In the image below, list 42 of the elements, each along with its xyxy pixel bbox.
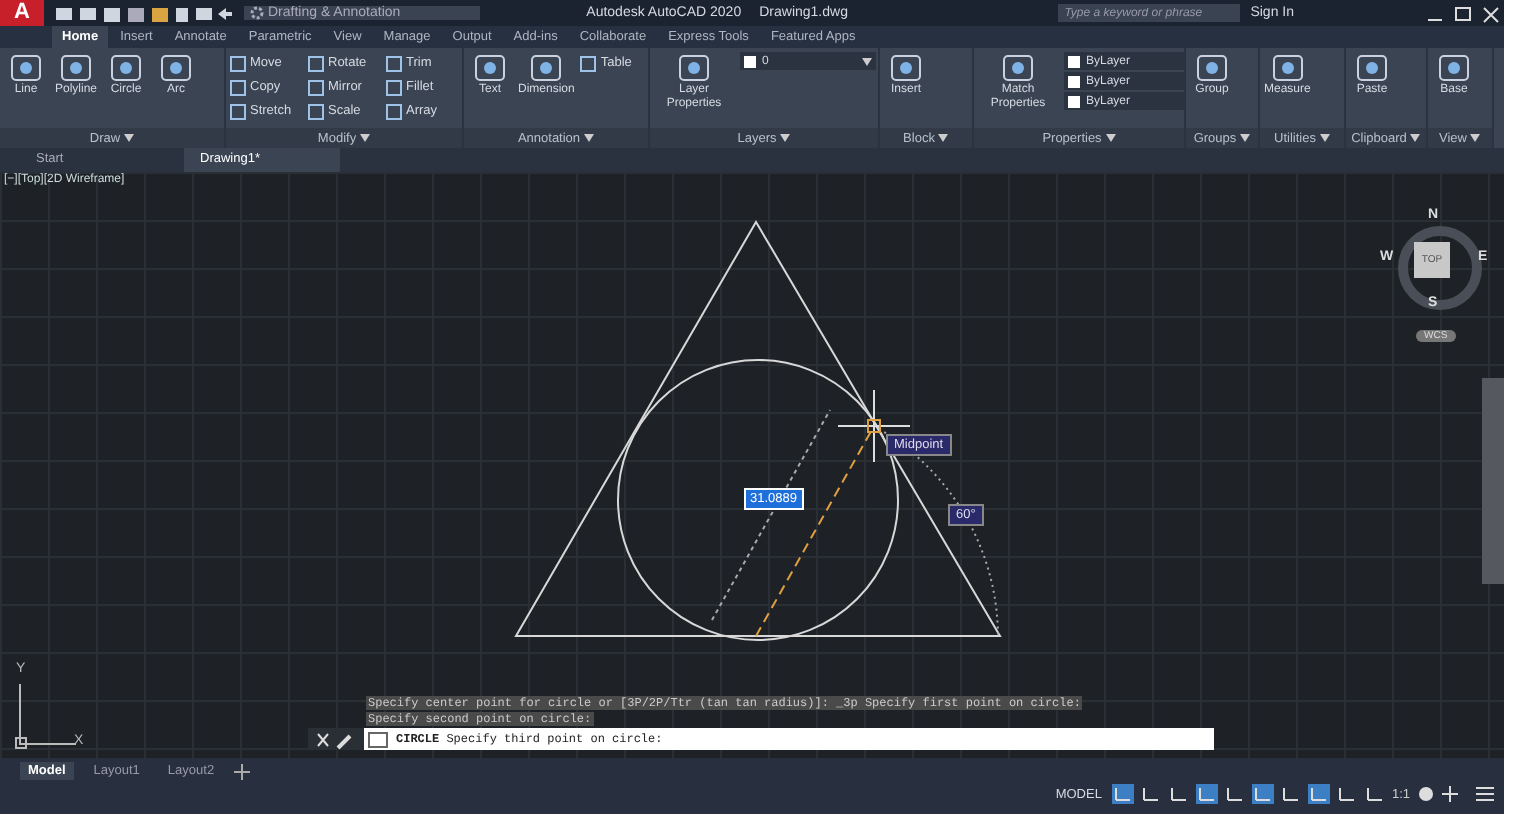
caret-icon bbox=[124, 134, 135, 142]
status-toggle-icon[interactable] bbox=[1335, 784, 1358, 804]
status-toggle-icon[interactable] bbox=[1111, 784, 1134, 804]
add-icon[interactable] bbox=[234, 763, 251, 779]
tool-icon bbox=[580, 55, 597, 71]
caret-icon bbox=[1319, 134, 1330, 142]
tool-icon bbox=[888, 52, 924, 84]
status-toggle-icon[interactable] bbox=[1223, 784, 1246, 804]
tool-icon bbox=[472, 52, 508, 84]
caret-icon bbox=[938, 134, 949, 142]
status-toggle-icon[interactable] bbox=[1167, 784, 1190, 804]
status-toggle-icon[interactable] bbox=[1251, 784, 1274, 804]
tool-icon bbox=[108, 52, 144, 84]
status-toggle-icon[interactable] bbox=[1279, 784, 1302, 804]
tool-icon bbox=[8, 52, 44, 84]
application-menu-button[interactable]: A bbox=[0, 0, 44, 26]
caret-icon bbox=[360, 134, 371, 142]
quick-access-toolbar-icon[interactable] bbox=[54, 3, 234, 23]
tool-icon bbox=[1436, 52, 1472, 84]
tool-icon bbox=[1354, 52, 1390, 84]
status-toggle-icon[interactable] bbox=[1363, 784, 1386, 804]
command-icon bbox=[368, 731, 392, 747]
status-tools-icon[interactable] bbox=[1416, 784, 1496, 804]
caret-icon bbox=[862, 57, 872, 65]
tool-icon bbox=[528, 52, 565, 84]
caret-icon bbox=[1105, 134, 1116, 142]
window-controls-icon[interactable] bbox=[1424, 3, 1504, 23]
tool-icon bbox=[1269, 52, 1306, 84]
status-toggle-icon[interactable] bbox=[1139, 784, 1162, 804]
caret-icon bbox=[584, 134, 595, 142]
caret-icon bbox=[1470, 134, 1481, 142]
caret-icon bbox=[1410, 134, 1421, 142]
tool-icon bbox=[1194, 52, 1230, 84]
caret-icon bbox=[780, 134, 791, 142]
status-toggle-icon[interactable] bbox=[1195, 784, 1218, 804]
tool-icon bbox=[1000, 52, 1036, 84]
gear-icon bbox=[250, 6, 264, 20]
tool-icon bbox=[158, 52, 194, 84]
caret-icon bbox=[1240, 134, 1251, 142]
status-toggle-icon[interactable] bbox=[1307, 784, 1330, 804]
tool-icon bbox=[676, 52, 712, 84]
tool-icon bbox=[58, 52, 94, 84]
